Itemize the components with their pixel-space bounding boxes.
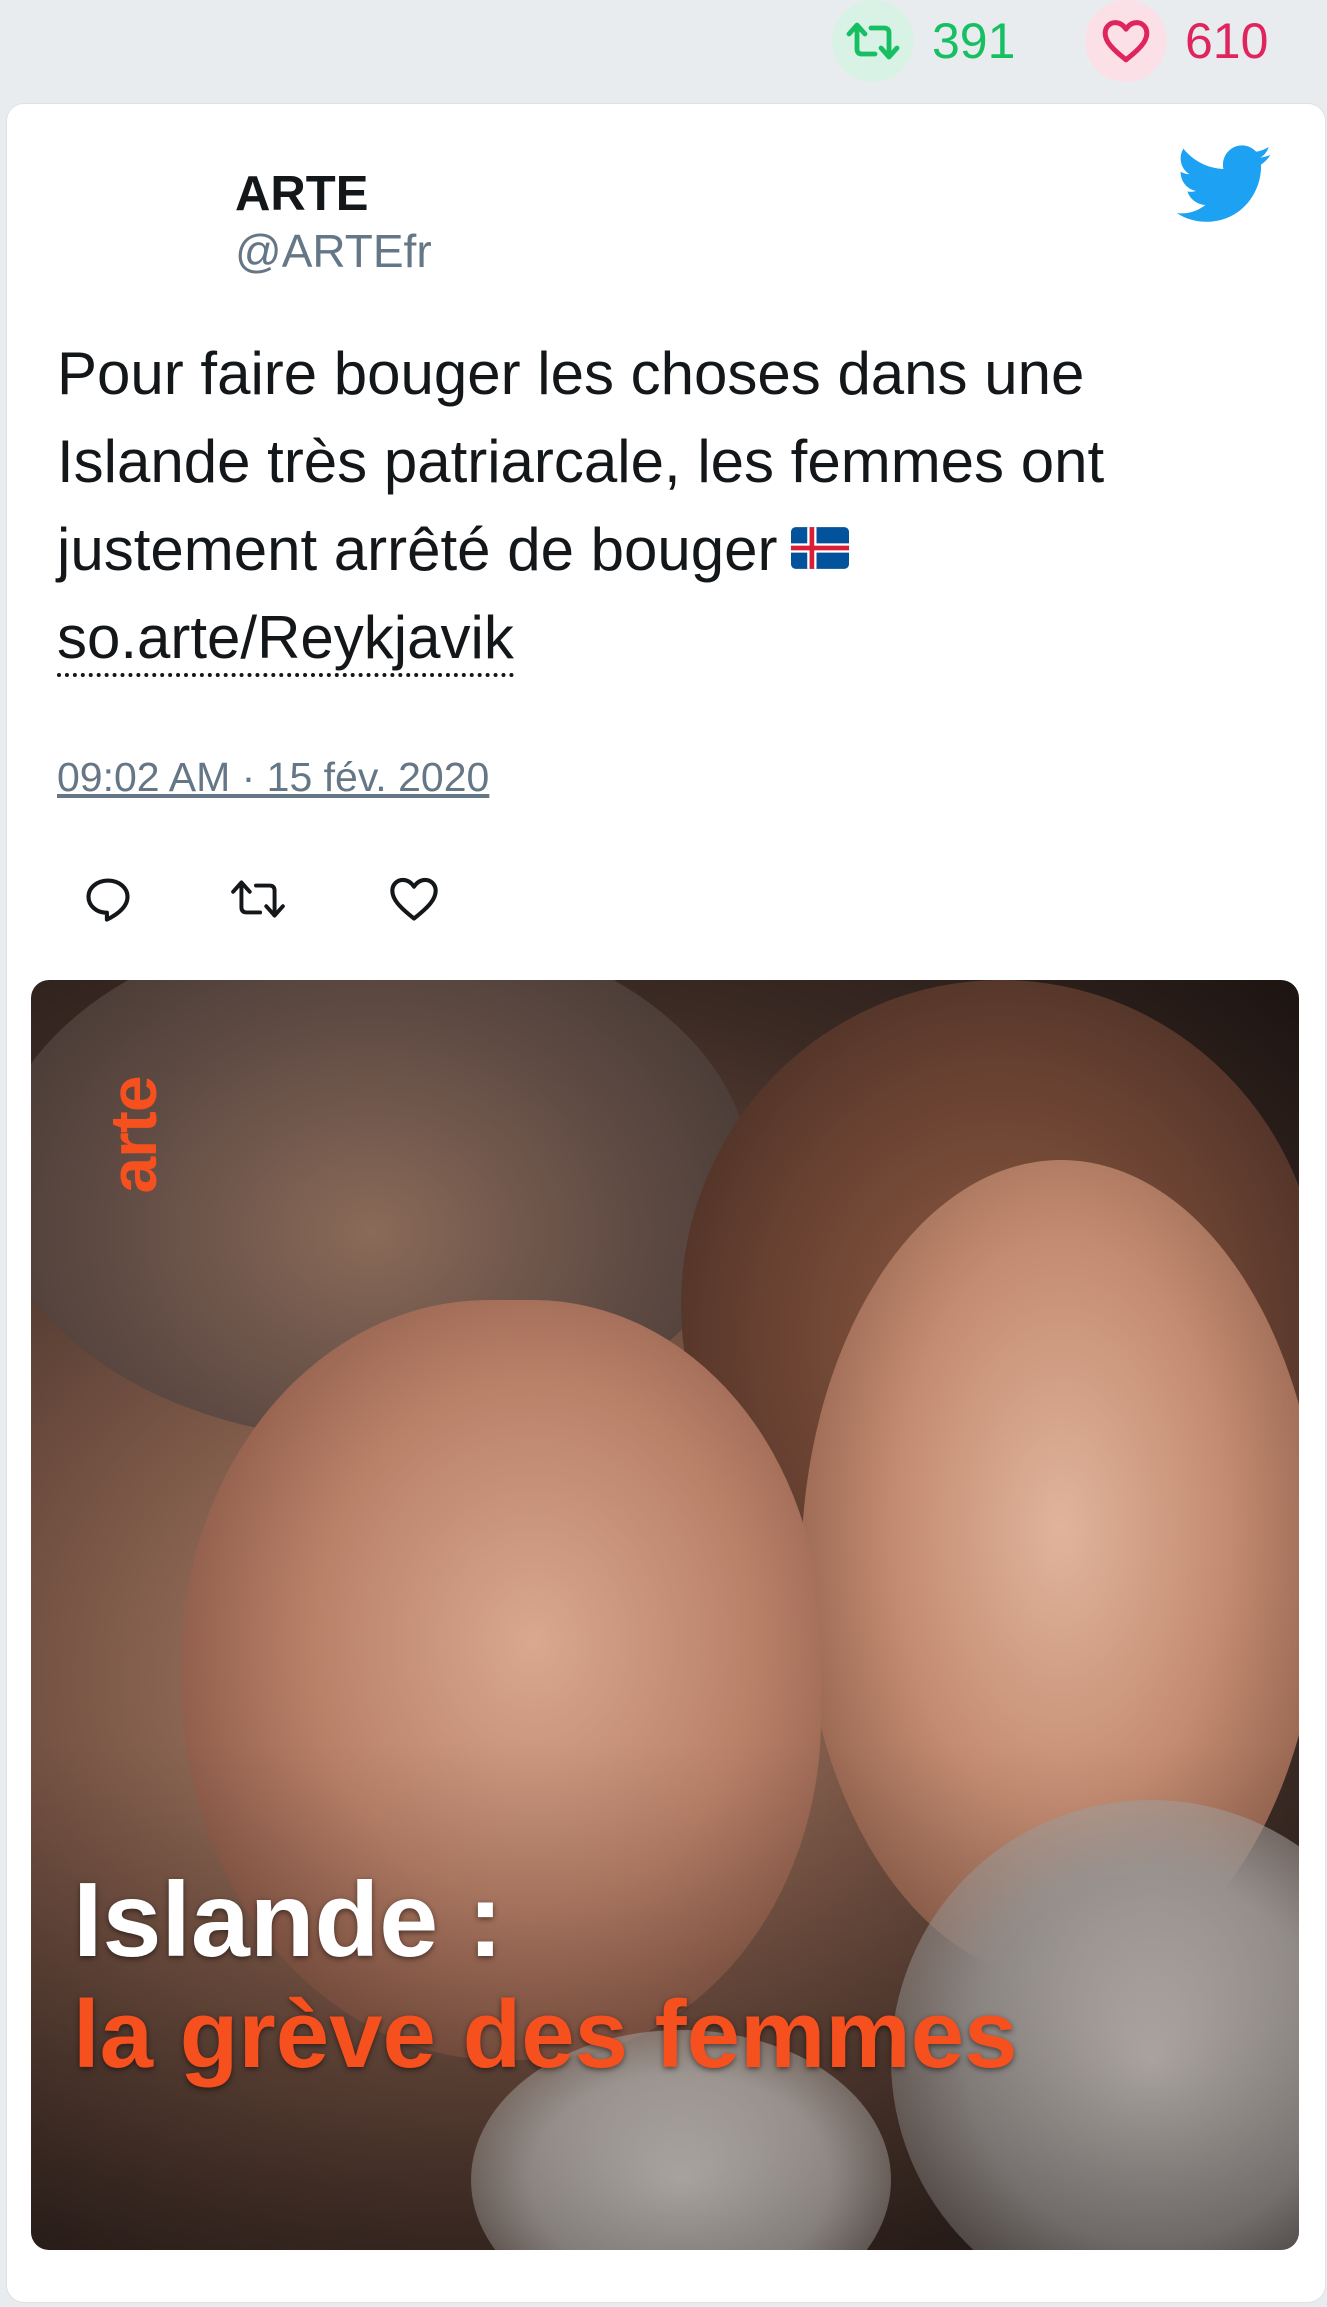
retweet-count: 391 [932, 13, 1016, 69]
retweet-icon[interactable] [832, 0, 914, 82]
media-title: Islande : [73, 1861, 504, 1979]
twitter-bird-icon[interactable] [1176, 144, 1273, 226]
tweet-media-video[interactable]: arte Islande : la grève des femmes [31, 980, 1299, 2250]
arte-logo: arte [93, 1020, 173, 1250]
like-button[interactable] [379, 864, 449, 934]
like-count-stat[interactable]: 610 [1085, 0, 1268, 82]
tweet-link[interactable]: so.arte/Reykjavik [57, 603, 514, 677]
avatar[interactable] [63, 169, 223, 289]
retweet-icon [231, 880, 285, 918]
author-name[interactable]: ARTE [235, 166, 368, 222]
arte-logo-text: arte [96, 1076, 170, 1194]
reply-icon [86, 878, 130, 922]
retweet-button[interactable] [223, 864, 293, 934]
heart-icon [390, 877, 438, 921]
author-handle[interactable]: @ARTEfr [235, 224, 432, 278]
tweet-body: Pour faire bouger les choses dans une Is… [57, 340, 1105, 583]
stats-bar: 391 610 [0, 0, 1327, 98]
retweet-count-stat[interactable]: 391 [832, 0, 1015, 82]
tweet-timestamp[interactable]: 09:02 AM · 15 fév. 2020 [57, 754, 489, 801]
iceland-flag-icon [791, 505, 850, 593]
tweet-card: ARTE @ARTEfr Pour faire bouger les chose… [6, 103, 1326, 2303]
reply-button[interactable] [73, 864, 143, 934]
heart-icon[interactable] [1085, 0, 1167, 82]
media-subtitle: la grève des femmes [73, 1981, 1018, 2088]
tweet-text: Pour faire bouger les choses dans une Is… [57, 330, 1287, 682]
like-count: 610 [1185, 13, 1269, 69]
